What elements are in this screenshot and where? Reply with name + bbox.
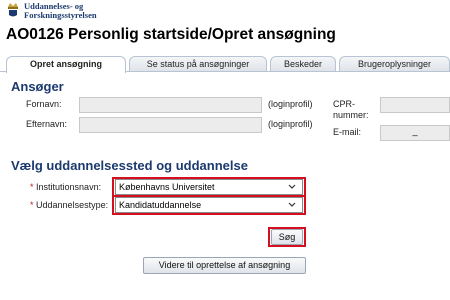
cpr-field (380, 97, 450, 113)
tab-se-status[interactable]: Se status på ansøgninger (129, 56, 267, 72)
institution-select-value: Københavns Universitet (119, 182, 215, 192)
institution-label: * Institutionsnavn: (30, 182, 101, 192)
education-type-label: * Uddannelsestype: (30, 200, 108, 210)
required-marker: * (30, 200, 34, 210)
page-title: AO0126 Personlig startside/Opret ansøgni… (6, 26, 336, 43)
tab-beskeder[interactable]: Beskeder (270, 56, 336, 72)
first-name-field (79, 97, 262, 113)
continue-to-application-button[interactable]: Videre til oprettelse af ansøgning (143, 257, 306, 274)
email-label: E-mail: (333, 127, 362, 137)
chevron-down-icon (288, 184, 296, 189)
applicant-section-title: Ansøger (11, 79, 64, 94)
chevron-down-icon (288, 202, 296, 207)
institution-label-text: Institutionsnavn: (36, 182, 102, 192)
email-field: _ (380, 125, 450, 141)
crown-logo-icon (8, 3, 18, 17)
education-type-label-text: Uddannelsestype: (36, 200, 109, 210)
cpr-label: CPR- nummer: (333, 99, 369, 121)
top-bar: Uddannelses- og Forskningsstyrelsen (0, 0, 450, 22)
last-name-label: Efternavn: (26, 119, 68, 129)
first-name-loginprofil-note: (loginprofil) (268, 99, 313, 109)
education-type-select-value: Kandidatuddannelse (119, 200, 202, 210)
agency-logo: Uddannelses- og Forskningsstyrelsen (24, 2, 97, 20)
last-name-loginprofil-note: (loginprofil) (268, 119, 313, 129)
last-name-field (79, 117, 262, 133)
search-button[interactable]: Søg (271, 229, 303, 245)
first-name-label: Fornavn: (26, 99, 62, 109)
required-marker: * (30, 182, 34, 192)
tab-opret-ansogning[interactable]: Opret ansøgning (6, 56, 126, 73)
tab-bar: Opret ansøgning Se status på ansøgninger… (0, 56, 450, 73)
cpr-label-line-2: nummer: (333, 110, 369, 120)
logo-line-2: Forskningsstyrelsen (24, 10, 97, 20)
institution-select[interactable]: Københavns Universitet (115, 179, 303, 195)
tab-brugeroplysninger[interactable]: Brugeroplysninger (339, 56, 450, 72)
cpr-label-line-1: CPR- (333, 99, 355, 109)
education-section-title: Vælg uddannelsessted og uddannelse (11, 158, 248, 173)
education-type-select[interactable]: Kandidatuddannelse (115, 197, 303, 213)
